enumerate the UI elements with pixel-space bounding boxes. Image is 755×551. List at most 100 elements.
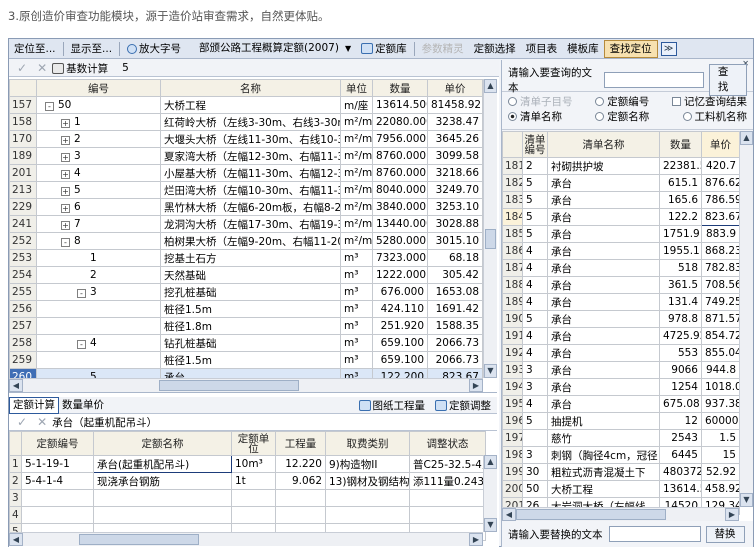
search-input[interactable] xyxy=(604,71,704,88)
radio-quota-name[interactable]: 定额名称 xyxy=(595,110,649,125)
qty-cell[interactable]: 8760.000 xyxy=(372,147,428,165)
name-cell[interactable]: 承台 xyxy=(547,344,660,362)
qty-cell[interactable]: 165.6 xyxy=(659,191,702,209)
price-cell[interactable]: 1588.35 xyxy=(427,317,483,335)
name-cell[interactable]: 承台 xyxy=(547,395,660,413)
table-row[interactable]: 1884承台361.5708.56 xyxy=(502,276,740,294)
table-row[interactable]: 254 2 天然基础 m³ 1222.000 305.42 xyxy=(9,266,483,284)
name-cell[interactable]: 大堰头大桥（左线11-30m、右线10-30m xyxy=(160,130,341,148)
qty-cell[interactable]: 251.920 xyxy=(372,317,428,335)
table-row[interactable]: 170+2大堰头大桥（左线11-30m、右线10-30mm²/m7956.000… xyxy=(9,130,483,148)
check-icon[interactable]: ✓ xyxy=(17,415,27,429)
name-cell[interactable]: 承台 xyxy=(547,310,660,328)
unit-cell[interactable]: m³ xyxy=(340,300,373,318)
name-cell[interactable]: 小屋基大桥（左幅11-30m、右幅12-30m xyxy=(160,164,341,182)
price-cell[interactable]: 937.38 xyxy=(701,395,740,413)
code-cell[interactable]: 5-4-1-4 xyxy=(21,472,94,490)
unit-cell[interactable]: m³ xyxy=(340,283,373,301)
table-row[interactable]: 256 桩径1.5m m³ 424.110 1691.42 xyxy=(9,300,483,318)
unit-cell[interactable]: 1t xyxy=(231,472,276,490)
unit-cell[interactable]: m²/m xyxy=(340,164,373,182)
code-cell[interactable]: +6 xyxy=(36,198,161,216)
code-cell[interactable]: -50 xyxy=(36,96,161,114)
name-cell[interactable]: 桩径1.5m xyxy=(160,351,341,369)
name-cell[interactable]: 承台 xyxy=(547,174,660,192)
quota-adjust-button[interactable]: 定额调整 xyxy=(435,398,491,413)
price-cell[interactable]: 68.18 xyxy=(427,249,483,267)
name-cell[interactable]: 承台 xyxy=(547,242,660,260)
name-cell[interactable]: 桩径1.8m xyxy=(160,317,341,335)
column-header[interactable]: 单位 xyxy=(340,79,373,97)
collapse-icon[interactable]: - xyxy=(45,102,54,111)
name-cell[interactable]: 龙洞沟大桥（左幅17-30m、右幅19-30m xyxy=(160,215,341,233)
name-cell[interactable]: 承台 xyxy=(547,293,660,311)
qty-cell[interactable]: 9.062 xyxy=(275,472,326,490)
code-cell[interactable]: 50 xyxy=(522,480,548,498)
locate-button[interactable]: 定位至... xyxy=(9,40,61,58)
memory-checkbox[interactable]: 记忆查询结果 xyxy=(672,95,747,110)
name-cell[interactable]: 桩径1.5m xyxy=(160,300,341,318)
name-cell[interactable]: 承台 xyxy=(547,208,660,226)
price-cell[interactable]: 1.5 xyxy=(701,429,740,447)
price-cell[interactable]: 420.7 xyxy=(701,157,740,175)
adj-cell[interactable]: 添111量0.243, xyxy=(409,472,486,490)
radio-quota-code[interactable]: 定额编号 xyxy=(595,95,649,110)
price-cell[interactable]: 868.23 xyxy=(701,242,740,260)
qty-cell[interactable]: 659.100 xyxy=(372,334,428,352)
table-row[interactable]: 1 5-1-19-1 承台(起重机配吊斗) 10m³ 12.220 9)构造物II 普C25… xyxy=(9,455,486,473)
replace-button[interactable]: 替换 xyxy=(705,525,745,543)
code-cell[interactable]: 4 xyxy=(522,242,548,260)
code-cell[interactable]: 1 xyxy=(36,249,161,267)
qty-cell[interactable]: 1222.000 xyxy=(372,266,428,284)
scroll-thumb[interactable] xyxy=(485,229,496,249)
price-cell[interactable]: 3249.70 xyxy=(427,181,483,199)
param-wizard-button[interactable]: 参数精灵 xyxy=(417,40,469,58)
table-row[interactable]: 255-3 挖孔桩基础 m³ 676.000 1653.08 xyxy=(9,283,483,301)
table-row[interactable]: 213+5烂田湾大桥（左幅10-30m、右幅11-30mm²/m8040.000… xyxy=(9,181,483,199)
main-horizontal-scrollbar[interactable]: ◀ ▶ xyxy=(9,378,483,392)
table-row[interactable]: 1924承台553855.04 xyxy=(502,344,740,362)
name-cell[interactable]: 承台 xyxy=(547,259,660,277)
price-cell[interactable]: 3253.10 xyxy=(427,198,483,216)
price-cell[interactable]: 3015.10 xyxy=(427,232,483,250)
scroll-right-icon[interactable]: ▶ xyxy=(469,379,483,392)
price-cell[interactable]: 52.92 xyxy=(701,463,740,481)
name-cell[interactable] xyxy=(93,489,232,507)
table-row[interactable]: 257 桩径1.8m m³ 251.920 1588.35 xyxy=(9,317,483,335)
code-cell[interactable]: 5 xyxy=(522,225,548,243)
price-cell[interactable]: 3028.88 xyxy=(427,215,483,233)
table-row[interactable]: 1835承台165.6786.59 xyxy=(502,191,740,209)
table-row[interactable]: 1874承台518782.83 xyxy=(502,259,740,277)
qty-cell[interactable]: 1751.9 xyxy=(659,225,702,243)
qty-cell[interactable]: 13614.5 xyxy=(659,480,702,498)
code-cell[interactable]: 2 xyxy=(522,157,548,175)
scroll-down-icon[interactable]: ▼ xyxy=(484,364,497,378)
expand-icon[interactable]: + xyxy=(61,119,70,128)
qty-cell[interactable]: 22381.57 xyxy=(659,157,702,175)
price-cell[interactable]: 3238.47 xyxy=(427,113,483,131)
name-cell[interactable]: 红荷岭大桥（左线3-30m、右线3-30m T梁 xyxy=(160,113,341,131)
table-row[interactable]: 4 xyxy=(9,506,486,524)
edit-input[interactable]: 承台（起重机配吊斗） xyxy=(52,415,157,430)
name-cell[interactable]: 钻孔桩基础 xyxy=(160,334,341,352)
code-cell[interactable] xyxy=(522,429,548,447)
table-row[interactable]: 189+3夏家湾大桥（左幅12-30m、右幅11-30mm²/m8760.000… xyxy=(9,147,483,165)
name-cell[interactable]: 抽提机 xyxy=(547,412,660,430)
scroll-down-icon[interactable]: ▼ xyxy=(484,518,497,532)
name-cell[interactable]: 承台 xyxy=(547,361,660,379)
table-row[interactable]: 2 5-4-1-4 现浇承台钢筋 1t 9.062 13)钢材及钢结构 添111量0.243… xyxy=(9,472,486,490)
item-table-button[interactable]: 项目表 xyxy=(521,40,563,58)
scroll-thumb[interactable] xyxy=(159,380,299,391)
expand-icon[interactable]: + xyxy=(61,136,70,145)
column-header[interactable]: 编号 xyxy=(36,79,161,97)
scroll-left-icon[interactable]: ◀ xyxy=(9,533,23,546)
scroll-left-icon[interactable]: ◀ xyxy=(9,379,23,392)
price-cell[interactable]: 1653.08 xyxy=(427,283,483,301)
code-cell[interactable] xyxy=(36,317,161,335)
quota-lib-button[interactable]: 定额库 xyxy=(356,40,412,58)
price-cell[interactable]: 305.42 xyxy=(427,266,483,284)
qty-cell[interactable]: 7956.000 xyxy=(372,130,428,148)
scroll-down-icon[interactable]: ▼ xyxy=(740,493,753,507)
unit-cell[interactable]: m²/m xyxy=(340,130,373,148)
code-cell[interactable]: -4 xyxy=(36,334,161,352)
